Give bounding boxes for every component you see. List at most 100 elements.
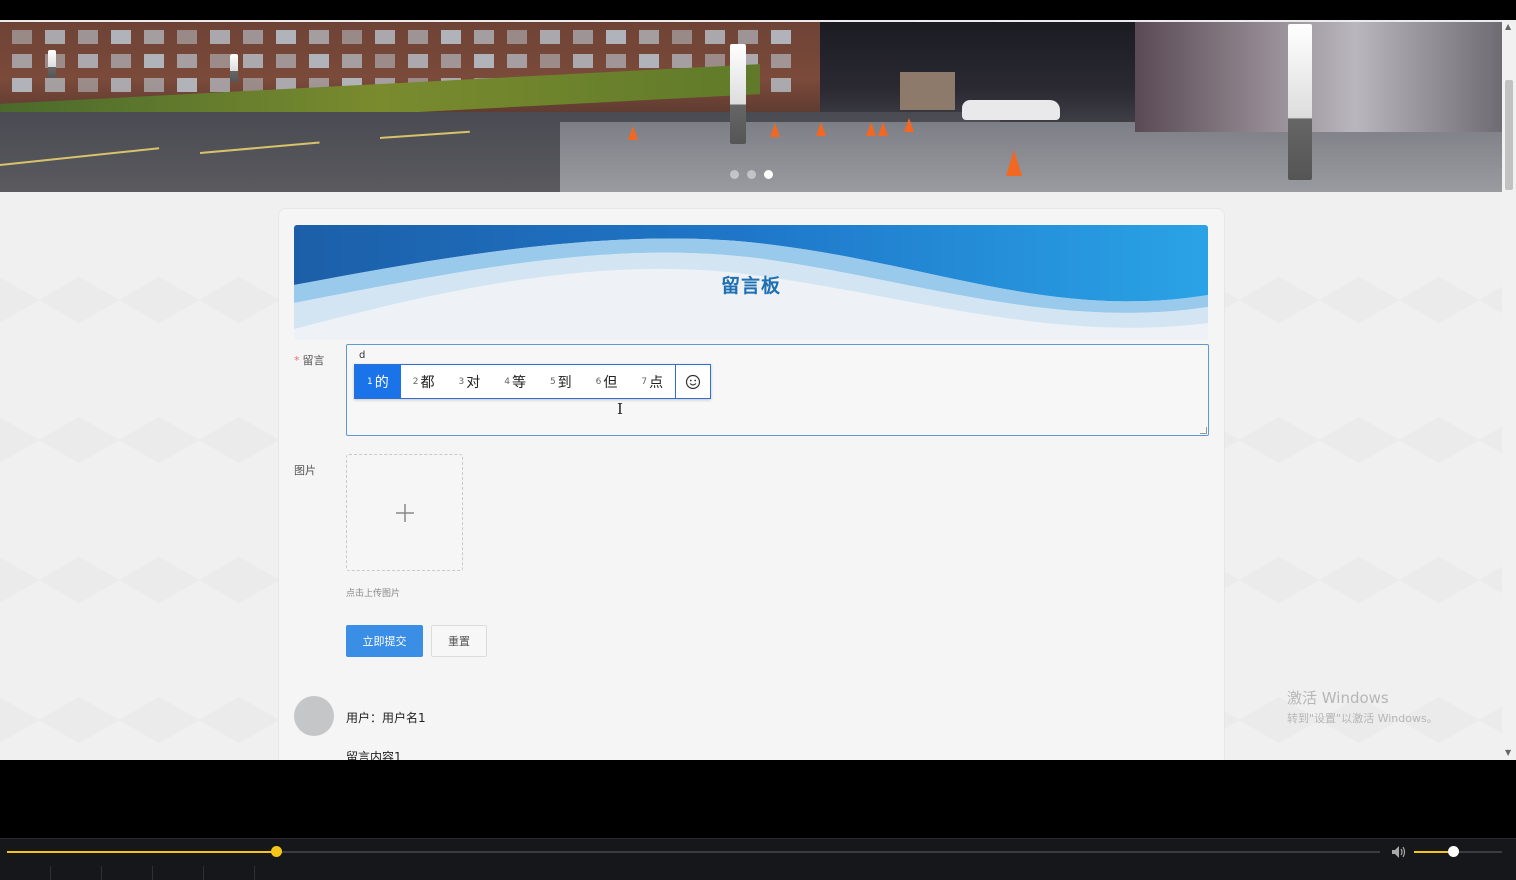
lamp-post [230,54,238,82]
ime-candidate-list: 1的2都3对4等5到6但7点 [355,365,675,398]
seek-bar[interactable] [7,846,1380,857]
ime-candidate[interactable]: 4等 [492,365,538,398]
building-window [606,30,626,44]
traffic-cone [904,118,914,132]
smiley-icon[interactable] [675,365,710,398]
player-tab[interactable] [51,866,102,880]
avatar [294,696,334,736]
building-window [573,54,593,68]
traffic-cone [878,122,888,136]
ime-candidate[interactable]: 1的 [355,365,401,398]
message-board-card: 留言板 * 留言 d 1的2都3对4等5到6但7点 I 图片 点击上传图片 立即提… [278,208,1225,760]
ime-candidate-number: 2 [412,376,419,387]
building-window [408,54,428,68]
building-window [78,30,98,44]
building-window [111,78,131,92]
carousel-dot[interactable] [747,170,756,179]
player-tab-strip [0,866,255,880]
vertical-scrollbar[interactable]: ▲ ▼ [1502,20,1516,760]
top-black-bar [0,0,1516,20]
player-tab[interactable] [0,866,51,880]
traffic-cone [866,122,876,136]
volume-icon[interactable] [1391,844,1407,863]
ime-candidate-number: 7 [641,376,648,387]
building-window [78,54,98,68]
player-tab[interactable] [153,866,204,880]
building-window [573,30,593,44]
windows-activation-watermark: 激活 Windows 转到"设置"以激活 Windows。 [1287,687,1438,726]
building-window [144,54,164,68]
building-window [45,78,65,92]
traffic-cone [770,123,780,137]
message-input-text: d [359,350,366,361]
submit-button[interactable]: 立即提交 [346,625,423,657]
ime-candidate[interactable]: 7点 [629,365,675,398]
scroll-thumb[interactable] [1505,80,1513,190]
ime-candidate-text: 都 [420,374,435,391]
ime-candidate[interactable]: 2都 [401,365,447,398]
building-window [210,54,230,68]
ime-candidate-number: 3 [458,376,465,387]
ime-candidate[interactable]: 5到 [538,365,584,398]
carousel-dot[interactable] [730,170,739,179]
building-window [639,54,659,68]
lamp-post [1288,24,1312,180]
ime-candidate-text: 的 [374,374,389,391]
traffic-cone [816,122,826,136]
watermark-line2: 转到"设置"以激活 Windows。 [1287,712,1438,725]
video-player-controls [0,838,1516,880]
building-window [144,30,164,44]
image-label: 图片 [294,464,316,477]
scroll-up-arrow-icon[interactable]: ▲ [1505,22,1511,31]
building-window [771,78,791,92]
building-window [177,30,197,44]
building-window [276,30,296,44]
building-window [474,30,494,44]
building-window [78,78,98,92]
building-window [474,54,494,68]
traffic-cone [1006,150,1022,176]
building-window [672,54,692,68]
plaza [560,122,1502,192]
building-window [111,54,131,68]
building-window [639,30,659,44]
required-mark: * [294,354,300,367]
building-window [342,30,362,44]
building-window [210,30,230,44]
hero-carousel[interactable] [0,22,1502,192]
building-window [342,54,362,68]
ime-candidate[interactable]: 6但 [584,365,630,398]
building-window [243,30,263,44]
ime-candidate-number: 5 [549,376,556,387]
building-window [375,54,395,68]
building-window [177,54,197,68]
ime-candidate-text: 到 [557,374,572,391]
building-window [276,54,296,68]
building-window [507,54,527,68]
building-window [705,30,725,44]
ime-candidate[interactable]: 3对 [446,365,492,398]
seek-handle[interactable] [271,846,283,857]
ime-candidate-bar[interactable]: 1的2都3对4等5到6但7点 [354,364,712,399]
image-upload-box[interactable] [346,454,463,571]
carousel-dot[interactable] [764,170,773,179]
player-tab[interactable] [102,866,153,880]
building-window [243,54,263,68]
building-window [12,78,32,92]
seek-progress [7,851,277,853]
resize-handle[interactable] [1200,427,1207,434]
building-window [111,30,131,44]
reset-button[interactable]: 重置 [431,625,487,657]
message-label: * 留言 [294,352,325,368]
player-tab[interactable] [204,866,255,880]
scroll-down-arrow-icon[interactable]: ▼ [1505,748,1511,757]
carousel-indicators[interactable] [730,170,773,179]
volume-handle[interactable] [1447,846,1459,857]
volume-level [1414,851,1453,853]
ime-candidate-number: 4 [504,376,510,387]
volume-slider[interactable] [1414,846,1502,857]
traffic-cone [628,126,638,140]
watermark-line1: 激活 Windows [1287,689,1389,707]
building-window [606,54,626,68]
building-window [309,30,329,44]
